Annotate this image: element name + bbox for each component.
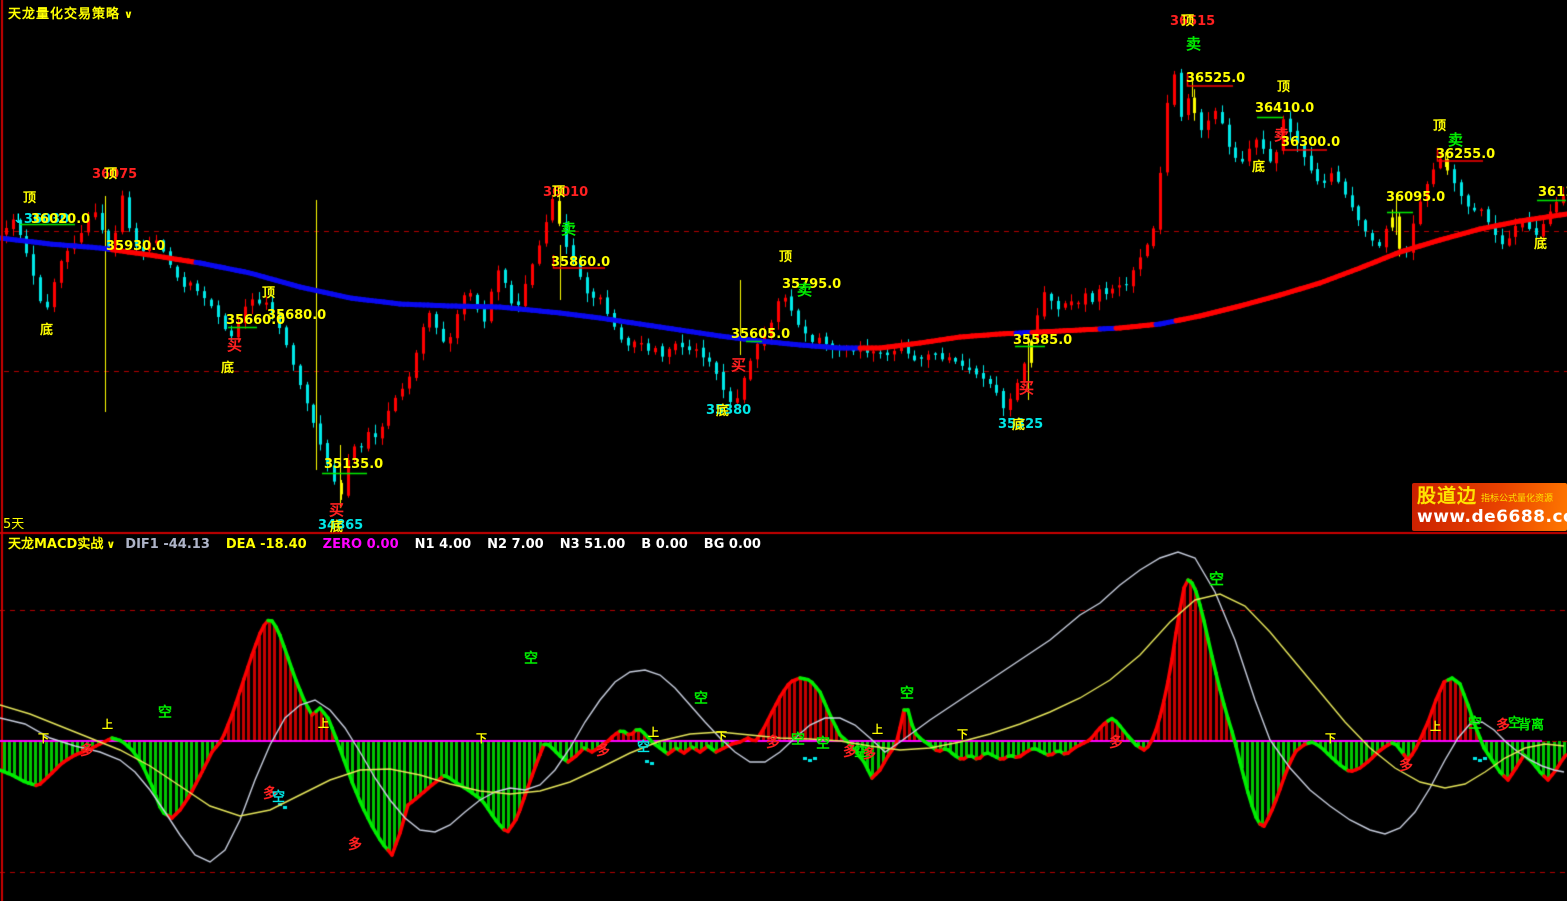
- candlestick-marker: 买: [1019, 381, 1034, 396]
- macd-indicator-values: DIF1 -44.13 DEA -18.40 ZERO 0.00 N1 4.00 N2 …: [125, 537, 777, 552]
- macd-title[interactable]: 天龙MACD实战∨: [8, 537, 115, 552]
- candlestick-price-label: 36300.0: [1281, 136, 1340, 149]
- macd-indicator: N1 4.00: [415, 537, 472, 552]
- macd-indicator: BG 0.00: [704, 537, 761, 552]
- macd-marker: 上: [318, 718, 329, 729]
- candlestick-marker: 买: [227, 338, 242, 353]
- candlestick-price-label: 35860.0: [551, 256, 610, 269]
- candlestick-marker: 卖: [561, 222, 576, 237]
- watermark: 股道边 指标公式量化资源 www.de6688.com: [1412, 483, 1567, 531]
- macd-marker: 空: [694, 692, 708, 706]
- macd-indicator: DIF1 -44.13: [125, 537, 210, 552]
- watermark-tagline: 指标公式量化资源: [1481, 491, 1553, 504]
- candlestick-marker: 顶: [104, 168, 117, 181]
- macd-marker: 多: [80, 744, 94, 758]
- candlestick-marker: 底: [1012, 419, 1025, 432]
- candlestick-marker: 顶: [262, 287, 275, 300]
- candlestick-marker: 底: [1534, 238, 1547, 251]
- macd-marker: 下: [1325, 733, 1336, 744]
- candlestick-marker: 卖: [797, 283, 812, 298]
- candlestick-marker: 底: [221, 362, 234, 375]
- macd-marker: 空: [1209, 572, 1224, 587]
- candlestick-price-label: 35135.0: [324, 458, 383, 471]
- macd-marker: 下: [476, 733, 487, 744]
- macd-marker: 空: [791, 733, 805, 747]
- candlestick-marker: 底: [716, 405, 729, 418]
- macd-marker: 多: [1399, 759, 1413, 773]
- macd-title-text: 天龙MACD实战: [8, 537, 103, 552]
- macd-marker: 上: [1430, 721, 1441, 732]
- candlestick-price-label: 36525.0: [1186, 72, 1245, 85]
- candlestick-marker: 底: [1252, 161, 1265, 174]
- macd-marker: 空: [524, 652, 538, 666]
- candlestick-marker: 底: [40, 324, 53, 337]
- macd-indicator: ZERO 0.00: [323, 537, 399, 552]
- macd-marker: 上: [102, 719, 113, 730]
- macd-indicator: DEA -18.40: [226, 537, 307, 552]
- candlestick-price-label: 36255.0: [1436, 148, 1495, 161]
- candlestick-marker: 卖: [1448, 133, 1463, 148]
- candlestick-marker: 顶: [1181, 15, 1194, 28]
- candlestick-price-label: 35930.0: [106, 240, 165, 253]
- candlestick-marker: 买: [731, 358, 746, 373]
- macd-marker: 多: [596, 744, 610, 758]
- candlestick-price-label: 36010: [543, 186, 588, 199]
- chevron-down-icon: ∨: [106, 538, 115, 551]
- macd-marker: 空: [637, 741, 650, 754]
- candlestick-marker: 顶: [1277, 81, 1290, 94]
- candlestick-price-label: 35585.0: [1013, 334, 1072, 347]
- macd-header: 天龙MACD实战∨ DIF1 -44.13 DEA -18.40 ZERO 0.00 N…: [8, 536, 777, 554]
- top-chart-title[interactable]: 天龙量化交易策略 ∨: [8, 3, 134, 22]
- candlestick-marker: 顶: [552, 186, 565, 199]
- period-label: 5天: [3, 513, 24, 532]
- macd-marker: 空: [1468, 717, 1482, 731]
- chevron-down-icon: ∨: [124, 8, 134, 21]
- candlestick-marker: 卖: [1186, 37, 1201, 52]
- candlestick-price-label: 36095.0: [1386, 191, 1445, 204]
- candlestick-price-label: 36020.0: [31, 213, 90, 226]
- top-chart-title-text: 天龙量化交易策略: [8, 7, 120, 22]
- macd-indicator: N3 51.00: [560, 537, 626, 552]
- candlestick-price-label: 36410.0: [1255, 102, 1314, 115]
- macd-marker: 多: [348, 838, 362, 852]
- candlestick-marker: 顶: [23, 192, 36, 205]
- macd-marker: 多: [863, 748, 876, 761]
- macd-marker: 空: [158, 706, 172, 720]
- macd-marker: 上: [648, 727, 659, 738]
- macd-marker: 背离: [1518, 719, 1544, 732]
- macd-marker: 下: [957, 729, 968, 740]
- watermark-brand: 股道边: [1417, 485, 1477, 507]
- macd-marker: 空: [900, 687, 914, 701]
- watermark-url: www.de6688.com: [1417, 507, 1562, 527]
- candlestick-marker: 顶: [1433, 120, 1446, 133]
- macd-marker: 下: [38, 733, 49, 744]
- macd-marker: 空: [816, 737, 830, 751]
- candlestick-price-label: 35680.0: [267, 309, 326, 322]
- candlestick-marker: 买: [329, 503, 344, 518]
- macd-indicator: B 0.00: [641, 537, 688, 552]
- macd-marker: 多: [1109, 736, 1123, 750]
- macd-marker: 空: [272, 791, 285, 804]
- candlestick-price-label: 35605.0: [731, 328, 790, 341]
- candlestick-marker: 底: [330, 521, 343, 534]
- candlestick-price-label: 36115: [1538, 186, 1567, 199]
- macd-marker: 多: [766, 736, 780, 750]
- macd-indicator: N2 7.00: [487, 537, 544, 552]
- macd-marker: 上: [872, 724, 883, 735]
- macd-marker: 下: [716, 731, 727, 742]
- trading-app-window: 天龙量化交易策略∨ 5天 天龙MACD实战∨DIF1 -44.13DEA -18…: [0, 0, 1567, 901]
- candlestick-marker: 顶: [779, 251, 792, 264]
